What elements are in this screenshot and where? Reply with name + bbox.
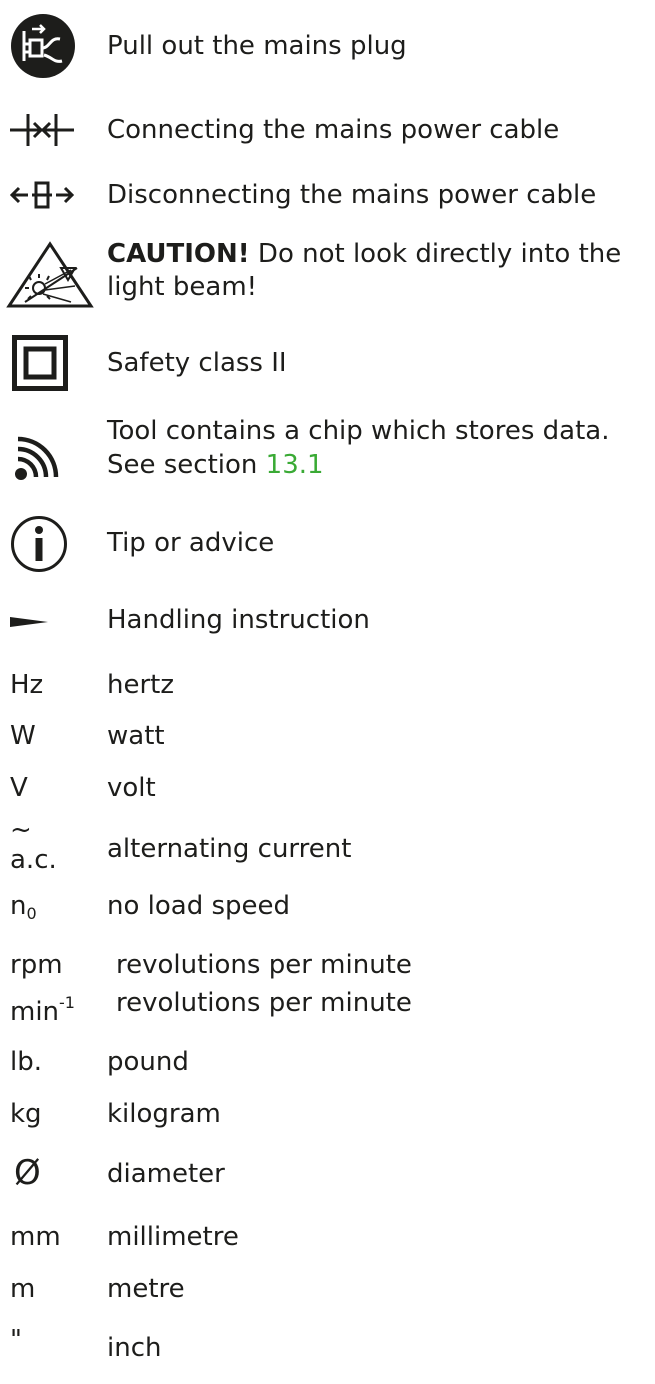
unit-abbr-kg: kg <box>10 1099 42 1129</box>
unit-row-hz: Hz hertz <box>0 669 655 703</box>
unit-symbol-ac: ~ <box>10 815 32 845</box>
diameter-icon: Ø <box>14 1153 41 1193</box>
section-link[interactable]: 13.1 <box>266 450 324 480</box>
unit-text-min: revolutions per minute <box>116 988 412 1018</box>
min-letters: min <box>10 997 60 1027</box>
unit-text-lb: pound <box>107 1047 189 1077</box>
legend-text-tip: Tip or advice <box>107 528 275 558</box>
unit-abbr-hz: Hz <box>10 670 44 700</box>
legend-text-chip-line1: Tool contains a chip which stores data. <box>107 416 610 446</box>
unplug-icon <box>11 14 75 78</box>
caution-text-line1: Do not look directly into the <box>249 239 622 269</box>
caution-label: CAUTION! <box>107 239 250 269</box>
unit-abbr-mm: mm <box>10 1222 61 1252</box>
min-superscript: -1 <box>59 993 75 1012</box>
n0-subscript: 0 <box>26 904 37 923</box>
unit-row-lb: lb. pound <box>0 1046 655 1080</box>
unit-text-kg: kilogram <box>107 1099 221 1129</box>
caution-text-line2: light beam! <box>107 272 258 302</box>
unit-text-w: watt <box>107 721 165 751</box>
unit-row-min: min-1 revolutions per minute <box>0 987 655 1027</box>
legend-row-chip: Tool contains a chip which stores data. … <box>0 415 655 491</box>
legend-text-caution: CAUTION! Do not look directly into the <box>107 238 621 270</box>
unit-text-ac: alternating current <box>107 834 352 864</box>
unit-abbr-v: V <box>10 773 28 803</box>
info-icon <box>11 516 67 572</box>
unit-row-ac: ~ a.c. alternating current <box>0 815 655 880</box>
unit-abbr-n0: n0 <box>10 890 37 930</box>
unit-row-m: m metre <box>0 1273 655 1307</box>
unit-row-rpm: rpm revolutions per minute <box>0 949 655 983</box>
legend-row-unplug: Pull out the mains plug <box>0 8 655 88</box>
legend-row-connect: Connecting the mains power cable <box>0 110 655 154</box>
legend-text-safety-class: Safety class II <box>107 348 287 378</box>
unit-row-diameter: Ø diameter <box>0 1154 655 1194</box>
unit-abbr-w: W <box>10 721 36 751</box>
unit-text-inch: inch <box>107 1333 162 1363</box>
unit-text-hz: hertz <box>107 670 175 700</box>
unit-row-w: W watt <box>0 720 655 754</box>
caution-light-beam-icon <box>6 241 94 308</box>
legend-row-safety-class: Safety class II <box>0 335 655 391</box>
legend-row-instruction: Handling instruction <box>0 602 655 638</box>
unit-abbr-lb: lb. <box>10 1047 42 1077</box>
legend-text-unplug: Pull out the mains plug <box>107 31 407 61</box>
unit-text-m: metre <box>107 1274 185 1304</box>
unit-text-rpm: revolutions per minute <box>116 950 412 980</box>
legend-row-tip: Tip or advice <box>0 515 655 575</box>
unit-abbr-rpm: rpm <box>10 950 63 980</box>
unit-text-mm: millimetre <box>107 1222 239 1252</box>
legend-text-connect: Connecting the mains power cable <box>107 115 560 145</box>
unit-row-n0: n0 no load speed <box>0 890 655 924</box>
legend-row-disconnect: Disconnecting the mains power cable <box>0 175 655 219</box>
connect-cable-icon <box>10 114 74 146</box>
safety-class-ii-icon <box>12 335 68 391</box>
chip-see-section: See section <box>107 450 266 480</box>
unit-row-mm: mm millimetre <box>0 1221 655 1255</box>
unit-text-diameter: diameter <box>107 1159 225 1189</box>
unit-row-inch: " inch <box>0 1324 655 1364</box>
legend-text-instruction: Handling instruction <box>107 605 370 635</box>
unit-abbr-min: min-1 <box>10 987 75 1028</box>
disconnect-cable-icon <box>10 181 74 209</box>
n0-letter: n <box>10 891 27 921</box>
legend-text-chip-line2: See section 13.1 <box>107 449 324 481</box>
unit-abbr-m: m <box>10 1274 36 1304</box>
unit-row-v: V volt <box>0 772 655 806</box>
legend-text-disconnect: Disconnecting the mains power cable <box>107 180 597 210</box>
handling-instruction-icon <box>10 617 48 627</box>
legend-row-caution: CAUTION! Do not look directly into the l… <box>0 238 655 308</box>
unit-text-n0: no load speed <box>107 891 291 921</box>
unit-abbr-inch: " <box>10 1325 22 1355</box>
chip-wireless-icon <box>15 436 59 480</box>
unit-abbr-ac: a.c. <box>10 845 57 875</box>
unit-text-v: volt <box>107 773 156 803</box>
unit-row-kg: kg kilogram <box>0 1098 655 1132</box>
